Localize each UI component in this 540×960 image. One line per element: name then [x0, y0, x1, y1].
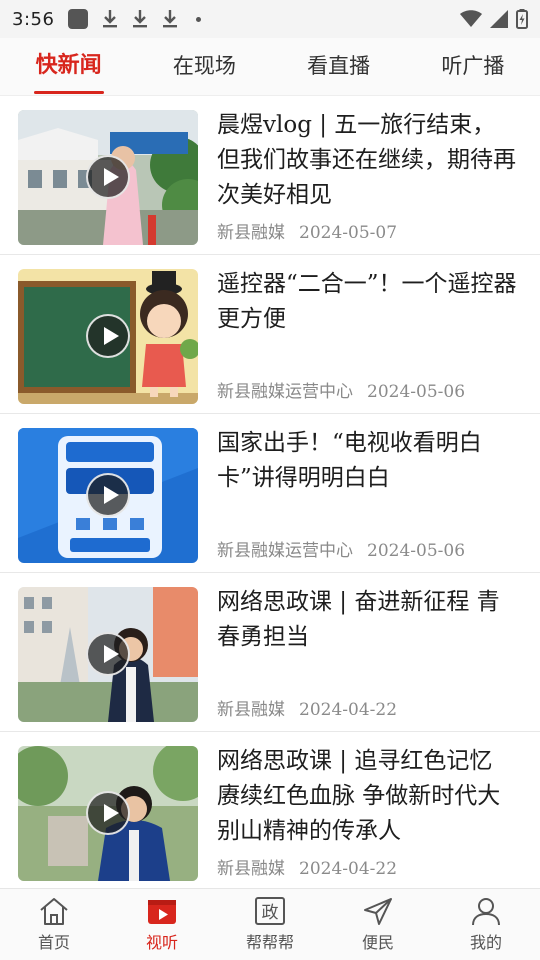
notification-dot-icon: [196, 16, 202, 22]
video-thumbnail[interactable]: [18, 587, 198, 722]
nav-profile[interactable]: 我的: [446, 896, 526, 953]
news-source: 新县融媒: [217, 223, 285, 243]
nav-home[interactable]: 首页: [14, 896, 94, 953]
news-item[interactable]: 网络思政课 | 奋进新征程 青春勇担当 新县融媒 2024-04-22: [0, 573, 540, 732]
status-bar: 3:56: [0, 0, 540, 38]
news-meta: 新县融媒 2024-05-07: [217, 218, 397, 243]
government-icon: 政: [255, 897, 285, 925]
app-icon: [68, 9, 89, 29]
nav-label: 视听: [145, 933, 178, 952]
video-play-icon: [148, 900, 176, 924]
nav-video[interactable]: 视听: [122, 896, 202, 953]
battery-icon: [516, 9, 528, 29]
nav-label: 帮帮帮: [245, 933, 294, 952]
tab-zai-xianchang[interactable]: 在现场: [169, 38, 240, 96]
news-date: 2024-04-22: [299, 700, 398, 720]
video-thumbnail[interactable]: [18, 746, 198, 881]
news-source: 新县融媒: [217, 859, 285, 879]
nav-service[interactable]: 便民: [338, 896, 418, 953]
bottom-nav: 首页 视听 政 帮帮帮 便民 我的: [0, 888, 540, 960]
download-icon: [162, 9, 178, 29]
wifi-icon: [460, 10, 482, 28]
tab-ting-guangbo[interactable]: 听广播: [437, 38, 508, 96]
news-source: 新县融媒: [217, 700, 285, 720]
news-date: 2024-05-06: [367, 541, 466, 561]
tab-kuai-xinwen[interactable]: 快新闻: [32, 38, 106, 96]
news-source: 新县融媒运营中心: [217, 382, 353, 402]
nav-label: 首页: [37, 933, 70, 952]
play-icon[interactable]: [86, 155, 130, 199]
news-date: 2024-04-22: [299, 859, 398, 879]
home-icon: [40, 898, 68, 925]
download-icon: [102, 9, 118, 29]
signal-icon: [490, 10, 508, 28]
channel-tabs: 快新闻 在现场 看直播 听广播: [0, 38, 540, 96]
play-icon[interactable]: [86, 791, 130, 835]
status-time: 3:56: [12, 8, 55, 30]
video-thumbnail[interactable]: [18, 428, 198, 563]
news-item[interactable]: 晨煜vlog | 五一旅行结束，但我们故事还在继续，期待再次美好相见 新县融媒 2…: [0, 96, 540, 255]
video-thumbnail[interactable]: [18, 269, 198, 404]
video-thumbnail[interactable]: [18, 110, 198, 245]
news-date: 2024-05-07: [299, 223, 398, 243]
news-item[interactable]: 遥控器“二合一”！一个遥控器更方便 新县融媒运营中心 2024-05-06: [0, 255, 540, 414]
news-meta: 新县融媒运营中心 2024-05-06: [217, 536, 465, 561]
nav-label: 便民: [361, 933, 394, 952]
news-item[interactable]: 国家出手！“电视收看明白卡”讲得明明白白 新县融媒运营中心 2024-05-06: [0, 414, 540, 573]
send-icon: [364, 898, 392, 925]
news-meta: 新县融媒运营中心 2024-05-06: [217, 377, 465, 402]
nav-label: 我的: [469, 933, 502, 952]
news-meta: 新县融媒 2024-04-22: [217, 854, 397, 879]
nav-help[interactable]: 政 帮帮帮: [230, 896, 310, 953]
tab-kan-zhibo[interactable]: 看直播: [303, 38, 374, 96]
user-icon: [472, 898, 500, 926]
download-icon: [132, 9, 148, 29]
news-item[interactable]: 网络思政课 | 追寻红色记忆 赓续红色血脉 争做新时代大别山精神的传承人 新县融…: [0, 732, 540, 888]
svg-text:政: 政: [262, 903, 279, 923]
play-icon[interactable]: [86, 473, 130, 517]
news-title[interactable]: 网络思政课 | 奋进新征程 青春勇担当: [217, 585, 517, 655]
news-source: 新县融媒运营中心: [217, 541, 353, 561]
notification-icons: [68, 9, 202, 29]
news-list: 晨煜vlog | 五一旅行结束，但我们故事还在继续，期待再次美好相见 新县融媒 2…: [0, 96, 540, 888]
play-icon[interactable]: [86, 314, 130, 358]
news-title[interactable]: 网络思政课 | 追寻红色记忆 赓续红色血脉 争做新时代大别山精神的传承人: [217, 744, 517, 849]
news-title[interactable]: 遥控器“二合一”！一个遥控器更方便: [217, 267, 517, 337]
news-title[interactable]: 国家出手！“电视收看明白卡”讲得明明白白: [217, 426, 517, 496]
news-title[interactable]: 晨煜vlog | 五一旅行结束，但我们故事还在继续，期待再次美好相见: [217, 108, 517, 213]
news-meta: 新县融媒 2024-04-22: [217, 695, 397, 720]
system-icons: [460, 9, 528, 29]
play-icon[interactable]: [86, 632, 130, 676]
news-date: 2024-05-06: [367, 382, 466, 402]
